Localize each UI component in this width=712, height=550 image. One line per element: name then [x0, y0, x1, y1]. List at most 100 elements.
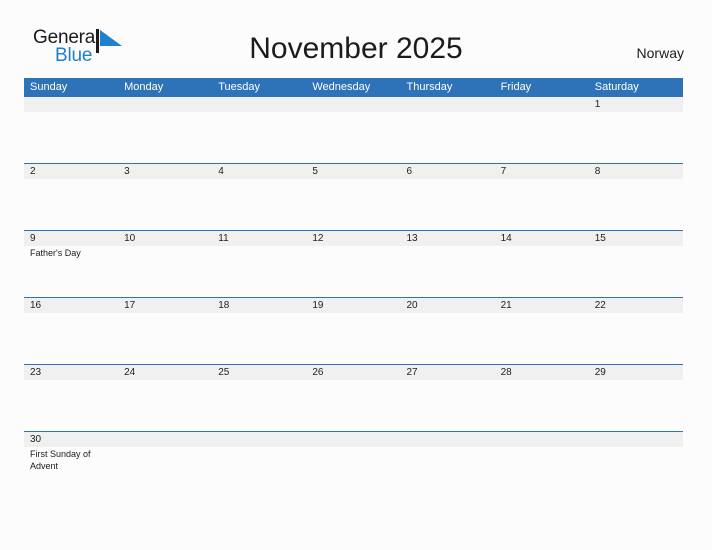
calendar-day-cell[interactable]: 8 — [589, 164, 683, 230]
weekday-header-thursday: Thursday — [406, 81, 453, 93]
calendar-day-cell[interactable]: 14 — [495, 231, 589, 297]
day-number: 24 — [124, 367, 136, 378]
day-events — [312, 179, 400, 181]
day-events — [312, 246, 400, 248]
day-number: 5 — [312, 166, 318, 177]
calendar-day-cell[interactable] — [306, 432, 400, 487]
calendar-day-cell[interactable]: 2 — [24, 164, 118, 230]
day-number: 6 — [406, 166, 413, 177]
week-days: 1 — [24, 97, 683, 163]
day-events — [218, 380, 306, 382]
weekday-header-saturday: Saturday — [594, 81, 639, 93]
calendar-day-cell[interactable]: 29 — [589, 365, 683, 431]
calendar-day-cell[interactable]: 24 — [118, 365, 212, 431]
day-events — [124, 246, 212, 248]
weekday-header-sunday: Sunday — [30, 81, 68, 93]
day-events — [595, 447, 683, 449]
calendar-day-cell[interactable] — [24, 97, 118, 163]
calendar-day-cell[interactable]: 13 — [401, 231, 495, 297]
day-number: 20 — [406, 300, 418, 311]
calendar-day-cell[interactable] — [589, 432, 683, 487]
calendar-day-cell[interactable]: 25 — [212, 365, 306, 431]
day-events — [218, 179, 306, 181]
calendar-day-cell[interactable]: 18 — [212, 298, 306, 364]
calendar-day-cell[interactable]: 6 — [401, 164, 495, 230]
day-number: 22 — [594, 300, 606, 311]
calendar-day-cell[interactable]: 23 — [24, 365, 118, 431]
day-events — [595, 112, 683, 114]
day-events — [124, 380, 212, 382]
calendar-day-cell[interactable] — [495, 432, 589, 487]
day-number: 21 — [500, 300, 512, 311]
day-events: First Sunday of Advent — [30, 447, 118, 472]
day-events — [407, 112, 495, 114]
week-days: 9 Father's Day 10 11 12 13 14 15 — [24, 231, 683, 297]
calendar-day-cell[interactable]: 19 — [306, 298, 400, 364]
calendar-day-cell[interactable]: 7 — [495, 164, 589, 230]
calendar-day-cell[interactable]: 22 — [589, 298, 683, 364]
day-number — [218, 432, 306, 447]
weekday-header-monday: Monday — [124, 81, 164, 93]
calendar-day-cell[interactable]: 15 — [589, 231, 683, 297]
calendar-day-cell[interactable]: 26 — [306, 365, 400, 431]
day-number: 11 — [218, 233, 229, 244]
day-number: 29 — [594, 367, 606, 378]
calendar-day-cell[interactable] — [118, 432, 212, 487]
day-events — [407, 447, 495, 449]
week-days: 16 17 18 19 20 21 22 — [24, 298, 683, 364]
day-events — [30, 313, 118, 315]
calendar-day-cell[interactable]: 28 — [495, 365, 589, 431]
calendar-day-cell[interactable]: 4 — [212, 164, 306, 230]
calendar-day-cell[interactable]: 17 — [118, 298, 212, 364]
calendar-day-cell[interactable]: 11 — [212, 231, 306, 297]
calendar-page: General Blue November 2025 Norway Sunday… — [0, 0, 712, 550]
calendar-day-cell[interactable]: 27 — [401, 365, 495, 431]
weekday-header-wednesday: Wednesday — [312, 81, 371, 93]
calendar-day-cell[interactable] — [212, 97, 306, 163]
week-days: 30 First Sunday of Advent — [24, 432, 683, 487]
calendar-day-cell[interactable]: 1 — [589, 97, 683, 163]
day-events — [501, 380, 589, 382]
calendar-day-cell[interactable] — [306, 97, 400, 163]
day-number — [30, 97, 118, 112]
calendar-day-cell[interactable] — [495, 97, 589, 163]
calendar-event: First Sunday of Advent — [30, 449, 91, 471]
day-number: 10 — [124, 233, 136, 244]
weekday-header-tuesday: Tuesday — [218, 81, 261, 93]
page-title: November 2025 — [249, 32, 463, 65]
calendar-day-cell[interactable]: 3 — [118, 164, 212, 230]
calendar-day-cell[interactable]: 12 — [306, 231, 400, 297]
day-events — [218, 112, 306, 114]
calendar-day-cell[interactable]: 9 Father's Day — [24, 231, 118, 297]
weekday-header-friday: Friday — [500, 81, 532, 93]
day-events — [312, 447, 400, 449]
calendar-day-cell[interactable]: 30 First Sunday of Advent — [24, 432, 118, 487]
calendar-day-cell[interactable]: 10 — [118, 231, 212, 297]
day-events — [501, 246, 589, 248]
calendar-day-cell[interactable] — [401, 432, 495, 487]
day-number — [124, 432, 212, 447]
calendar-week-row: 30 First Sunday of Advent — [24, 431, 683, 487]
day-events: Father's Day — [30, 246, 118, 260]
day-number — [501, 97, 589, 112]
page-header: General Blue November 2025 Norway — [0, 0, 712, 78]
day-number: 19 — [312, 300, 324, 311]
calendar-day-cell[interactable] — [401, 97, 495, 163]
calendar-day-cell[interactable] — [212, 432, 306, 487]
day-number: 16 — [30, 300, 42, 311]
day-events — [312, 112, 400, 114]
calendar-day-cell[interactable] — [118, 97, 212, 163]
day-events — [501, 447, 589, 449]
day-events — [312, 380, 400, 382]
calendar-day-cell[interactable]: 16 — [24, 298, 118, 364]
day-number: 25 — [218, 367, 230, 378]
day-events — [407, 179, 495, 181]
day-events — [218, 246, 306, 248]
day-events — [595, 179, 683, 181]
calendar-day-cell[interactable]: 5 — [306, 164, 400, 230]
day-events — [407, 313, 495, 315]
calendar-day-cell[interactable]: 20 — [401, 298, 495, 364]
calendar-day-cell[interactable]: 21 — [495, 298, 589, 364]
day-events — [124, 179, 212, 181]
country-label: Norway — [636, 45, 684, 61]
